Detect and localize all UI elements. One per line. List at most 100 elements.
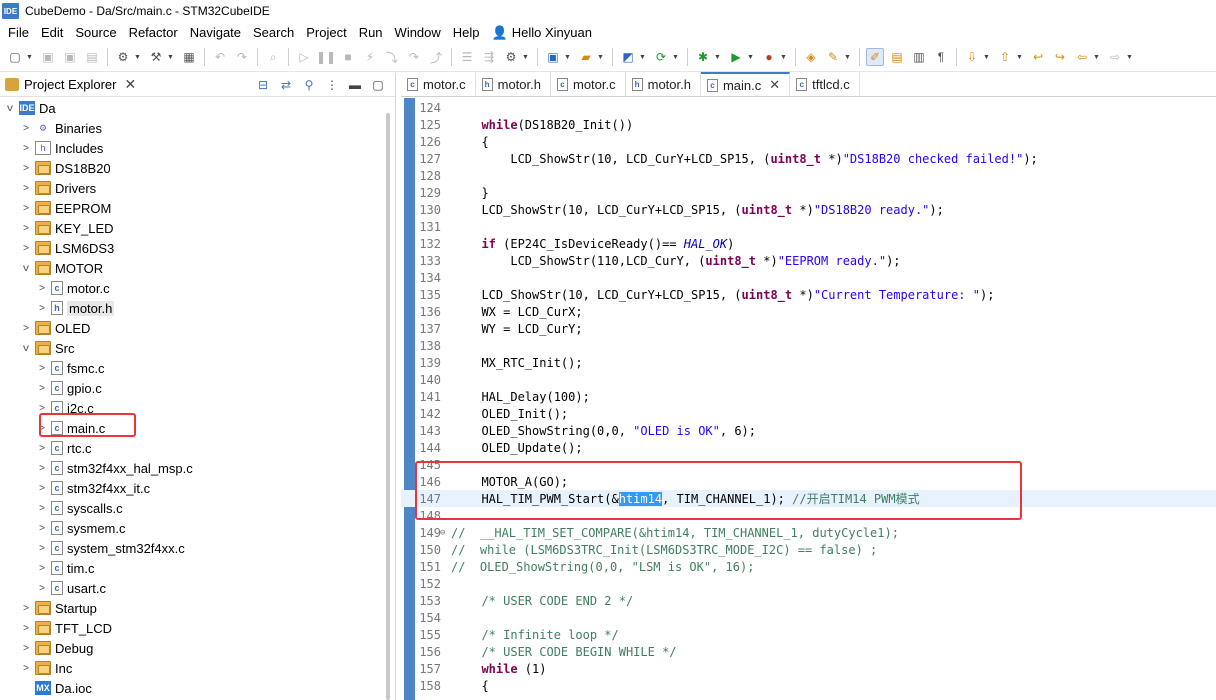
chevron-right-icon[interactable]: >: [36, 363, 48, 374]
refresh-icon[interactable]: ⟳: [652, 48, 670, 66]
forward-dropdown-icon[interactable]: ▼: [1126, 54, 1134, 61]
chevron-right-icon[interactable]: >: [20, 143, 32, 154]
code-line[interactable]: 126 {: [401, 133, 1216, 150]
step-into-icon[interactable]: ⤵: [383, 48, 401, 66]
menu-help[interactable]: Help: [447, 22, 486, 43]
tree-item-inc[interactable]: > Inc: [0, 658, 382, 678]
chevron-right-icon[interactable]: >: [36, 443, 48, 454]
forward-edit-icon[interactable]: ↪: [1051, 48, 1069, 66]
tree-item-drivers[interactable]: > Drivers: [0, 178, 382, 198]
menu-window[interactable]: Window: [389, 22, 447, 43]
new-project-dropdown-icon[interactable]: ▼: [564, 54, 572, 61]
tree-item-key-led[interactable]: > KEY_LED: [0, 218, 382, 238]
chevron-right-icon[interactable]: >: [20, 643, 32, 654]
external-tools-dropdown-icon[interactable]: ▼: [780, 54, 788, 61]
tree-item-sysmem-c[interactable]: > c sysmem.c: [0, 518, 382, 538]
last-edit-icon[interactable]: ↩: [1029, 48, 1047, 66]
code-line[interactable]: 150 // while (LSM6DS3TRC_Init(LSM6DS3TRC_…: [401, 541, 1216, 558]
new-folder-dropdown-icon[interactable]: ▼: [597, 54, 605, 61]
back-dropdown-icon[interactable]: ▼: [1093, 54, 1101, 61]
block-select-icon[interactable]: ▥: [910, 48, 928, 66]
save-all-icon[interactable]: ▣: [61, 48, 79, 66]
chevron-right-icon[interactable]: >: [36, 503, 48, 514]
step-over-icon[interactable]: ↷: [405, 48, 423, 66]
menu-refactor[interactable]: Refactor: [123, 22, 184, 43]
chevron-right-icon[interactable]: >: [36, 483, 48, 494]
code-line[interactable]: 139 MX_RTC_Init();: [401, 354, 1216, 371]
tree-item-fsmc-c[interactable]: > c fsmc.c: [0, 358, 382, 378]
chevron-right-icon[interactable]: >: [20, 603, 32, 614]
tree-item-debug[interactable]: > Debug: [0, 638, 382, 658]
new-folder-icon[interactable]: ▰: [577, 48, 595, 66]
filter-icon[interactable]: ⚲: [300, 76, 318, 94]
minimize-icon[interactable]: ▬: [346, 76, 364, 94]
tree-item-stm32f4xx-it-c[interactable]: > c stm32f4xx_it.c: [0, 478, 382, 498]
chevron-right-icon[interactable]: >: [20, 243, 32, 254]
print-icon[interactable]: ▤: [83, 48, 101, 66]
code-line[interactable]: 152: [401, 575, 1216, 592]
chevron-right-icon[interactable]: >: [36, 383, 48, 394]
code-line[interactable]: 157 while (1): [401, 660, 1216, 677]
menu-file[interactable]: File: [2, 22, 35, 43]
chevron-down-icon[interactable]: v: [3, 103, 17, 114]
open-perspective-icon[interactable]: ◈: [802, 48, 820, 66]
code-line[interactable]: 135 LCD_ShowStr(10, LCD_CurY+LCD_SP15, (…: [401, 286, 1216, 303]
code-line[interactable]: 133 LCD_ShowStr(110,LCD_CurY, (uint8_t *…: [401, 252, 1216, 269]
tab-motor-h[interactable]: h motor.h: [476, 72, 551, 96]
terminate-icon[interactable]: ■: [339, 48, 357, 66]
tree-item-includes[interactable]: > h Includes: [0, 138, 382, 158]
save-icon[interactable]: ▣: [39, 48, 57, 66]
tree-item-ds18b20[interactable]: > DS18B20: [0, 158, 382, 178]
undo-icon[interactable]: ↶: [211, 48, 229, 66]
tab-motor-c[interactable]: c motor.c: [551, 72, 626, 96]
code-line[interactable]: 130 LCD_ShowStr(10, LCD_CurY+LCD_SP15, (…: [401, 201, 1216, 218]
menu-source[interactable]: Source: [69, 22, 122, 43]
tree-item-eeprom[interactable]: > EEPROM: [0, 198, 382, 218]
code-line[interactable]: 156 /* USER CODE BEGIN WHILE */: [401, 643, 1216, 660]
code-line[interactable]: 143 OLED_ShowString(0,0, "OLED is OK", 6…: [401, 422, 1216, 439]
explorer-title[interactable]: Project Explorer: [24, 77, 116, 92]
code-line[interactable]: 137 WY = LCD_CurY;: [401, 320, 1216, 337]
step-return-icon[interactable]: ⤴: [427, 48, 445, 66]
tab-tftlcd-c[interactable]: c tftlcd.c: [790, 72, 860, 96]
search-icon[interactable]: ⌕: [264, 48, 282, 66]
explorer-scrollbar[interactable]: [386, 113, 390, 700]
mark-occurrences-icon[interactable]: ▤: [888, 48, 906, 66]
tree-item-motor-h[interactable]: > h motor.h: [0, 298, 382, 318]
chevron-right-icon[interactable]: >: [20, 163, 32, 174]
forward-icon[interactable]: ⇨: [1106, 48, 1124, 66]
tree-item-binaries[interactable]: > ⚙ Binaries: [0, 118, 382, 138]
code-line[interactable]: 142 OLED_Init();: [401, 405, 1216, 422]
disconnect-icon[interactable]: ⚡: [361, 48, 379, 66]
menu-project[interactable]: Project: [300, 22, 352, 43]
close-tab-icon[interactable]: ✕: [769, 77, 780, 93]
menu-run[interactable]: Run: [353, 22, 389, 43]
code-line[interactable]: 140: [401, 371, 1216, 388]
tree-item-tft-lcd[interactable]: > TFT_LCD: [0, 618, 382, 638]
menu-search[interactable]: Search: [247, 22, 300, 43]
chevron-right-icon[interactable]: >: [20, 623, 32, 634]
suspend-icon[interactable]: ❚❚: [316, 48, 336, 66]
pilcrow-icon[interactable]: ¶: [932, 48, 950, 66]
tab-motor-c[interactable]: c motor.c: [401, 72, 476, 96]
tree-item-da-ioc[interactable]: MX Da.ioc: [0, 678, 382, 698]
chevron-right-icon[interactable]: >: [20, 203, 32, 214]
run-dropdown-icon[interactable]: ▼: [747, 54, 755, 61]
tree-item-syscalls-c[interactable]: > c syscalls.c: [0, 498, 382, 518]
user-menu[interactable]: 👤 Hello Xinyuan: [486, 25, 598, 41]
next-annotation-icon[interactable]: ⇩: [963, 48, 981, 66]
code-line[interactable]: 149 ⊖ // __HAL_TIM_SET_COMPARE(&htim14, TI…: [401, 524, 1216, 541]
tree-item-oled[interactable]: > OLED: [0, 318, 382, 338]
chevron-right-icon[interactable]: >: [20, 663, 32, 674]
tree-item-rtc-c[interactable]: > c rtc.c: [0, 438, 382, 458]
debug-settings-icon[interactable]: ⚙: [502, 48, 520, 66]
build-hammer-icon[interactable]: ⚒: [147, 48, 165, 66]
new-class-dropdown-icon[interactable]: ▼: [639, 54, 647, 61]
tree-item-system-stm32f4xx-c[interactable]: > c system_stm32f4xx.c: [0, 538, 382, 558]
external-tools-icon[interactable]: ●: [760, 48, 778, 66]
menu-navigate[interactable]: Navigate: [184, 22, 247, 43]
menu-edit[interactable]: Edit: [35, 22, 69, 43]
chevron-right-icon[interactable]: >: [36, 563, 48, 574]
chevron-right-icon[interactable]: >: [36, 403, 48, 414]
fold-collapse-icon[interactable]: ⊖: [440, 528, 445, 538]
